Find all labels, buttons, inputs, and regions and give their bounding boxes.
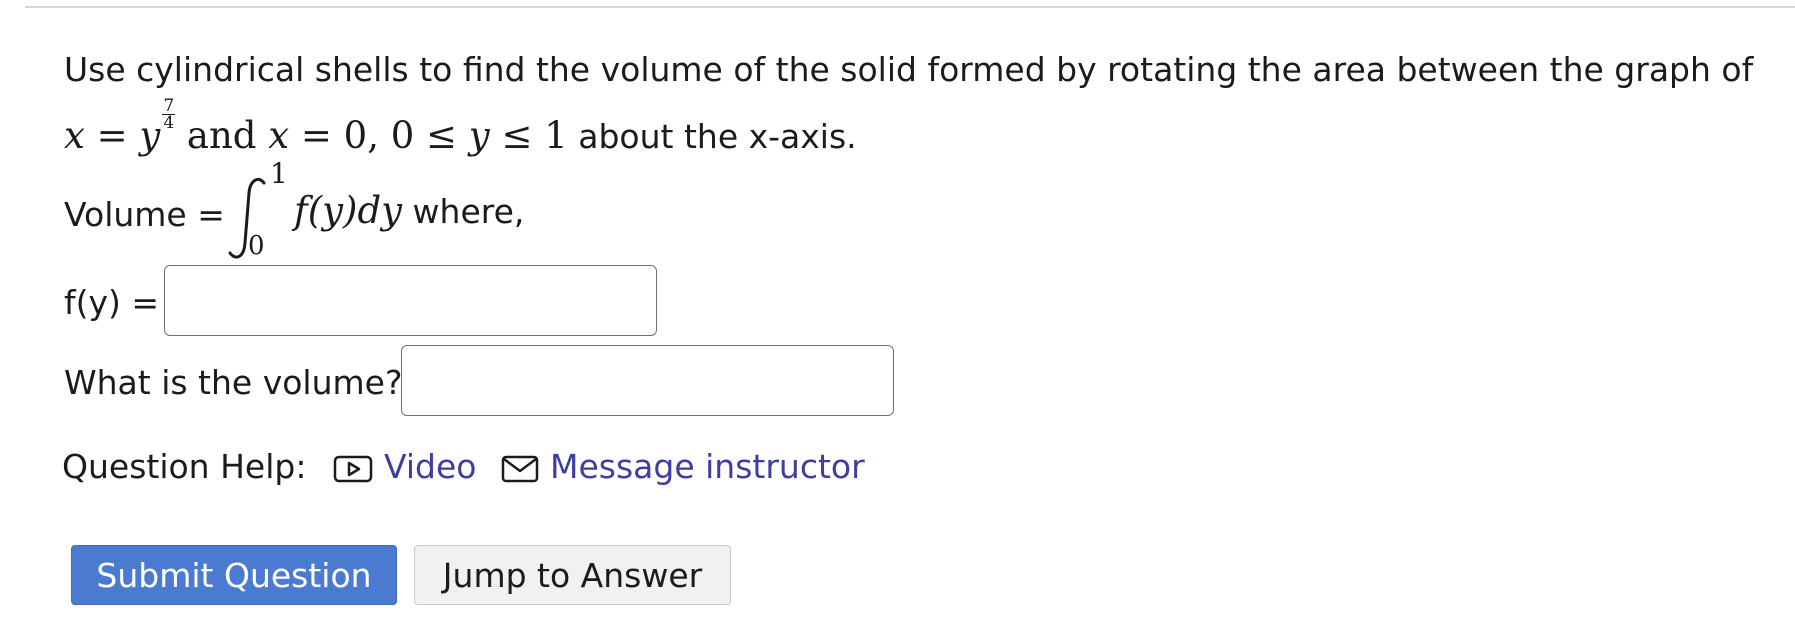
volume-label: Volume = [64, 195, 225, 234]
question-container: Use cylindrical shells to find the volum… [62, 48, 1774, 615]
volume-answer-row: What is the volume? [64, 345, 1774, 425]
question-text-line2: x = y74 and x = 0, 0 ≤ y ≤ 1 about the x… [64, 98, 1774, 159]
integral-sign: 1 0 [224, 157, 288, 261]
volume-integral-row: Volume = 1 0 f(y)dy where, [64, 157, 1774, 261]
integral-lower-limit: 0 [248, 231, 265, 261]
jump-to-answer-button[interactable]: Jump to Answer [414, 545, 731, 605]
top-divider [25, 6, 1795, 8]
exponent-fraction: 74 [162, 96, 176, 133]
question-text-tail: about the x-axis. [567, 117, 857, 156]
fy-label: f(y) = [64, 283, 160, 322]
integrand: f(y)dy where, [294, 189, 525, 232]
volume-input[interactable] [401, 345, 894, 416]
fy-answer-row: f(y) = [64, 265, 1774, 345]
video-link[interactable]: Video [384, 447, 476, 486]
question-help-label: Question Help: [62, 447, 307, 486]
integral-upper-limit: 1 [270, 157, 288, 190]
action-buttons: Submit Question Jump to Answer [64, 545, 1774, 615]
question-text-line1: Use cylindrical shells to find the volum… [64, 50, 1754, 89]
volume-question-label: What is the volume? [64, 363, 403, 402]
message-instructor-link[interactable]: Message instructor [550, 447, 865, 486]
equation: x = y74 and x = 0, 0 ≤ y ≤ 1 [64, 96, 568, 158]
video-icon[interactable] [333, 454, 373, 484]
mail-icon[interactable] [501, 454, 539, 484]
fy-input[interactable] [164, 265, 657, 336]
submit-question-button[interactable]: Submit Question [71, 545, 397, 605]
question-help: Question Help: Video Message instructor [62, 447, 1774, 497]
